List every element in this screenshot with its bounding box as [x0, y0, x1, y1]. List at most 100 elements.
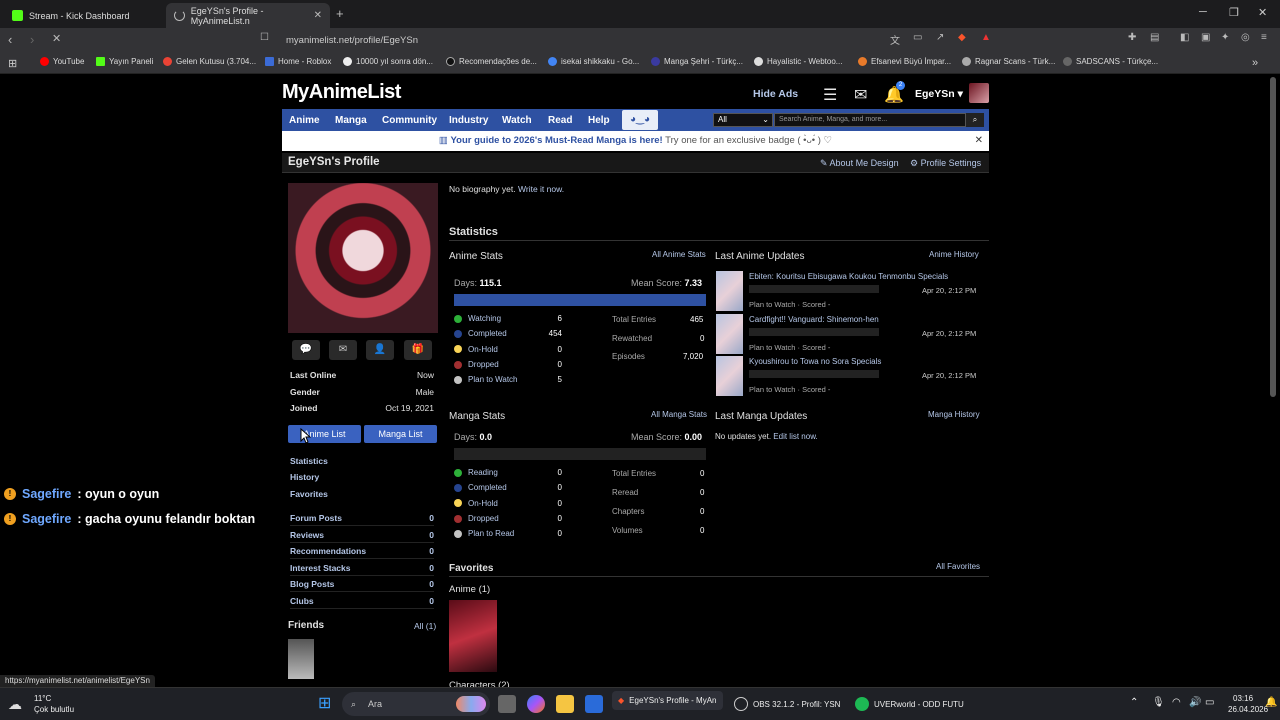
nav-industry[interactable]: Industry	[449, 115, 488, 126]
hide-ads-link[interactable]: Hide Ads	[753, 88, 798, 100]
taskbar-app-obs[interactable]: OBS 32.1.2 - Profil: YSN	[734, 697, 840, 711]
edit-list-link[interactable]: Edit list now.	[773, 432, 817, 441]
bookmark-icon[interactable]: ☐	[260, 32, 269, 43]
add-friend-icon[interactable]: 👤	[366, 340, 394, 360]
bookmark-item[interactable]: SADSCANS - Türkçe...	[1063, 57, 1158, 66]
all-favorites-link[interactable]: All Favorites	[936, 562, 980, 571]
cast-icon[interactable]: ▭	[913, 32, 922, 43]
more-bookmarks-icon[interactable]: »	[1252, 57, 1258, 69]
status-row[interactable]: Dropped	[454, 360, 499, 369]
close-window-button[interactable]: ✕	[1258, 6, 1267, 19]
leo-icon[interactable]: ✦	[1221, 32, 1229, 43]
nav-community[interactable]: Community	[382, 115, 437, 126]
brave-shield-icon[interactable]: ◆	[958, 32, 966, 43]
anime-history-link[interactable]: Anime History	[929, 250, 979, 259]
gift-icon[interactable]: 🎁	[404, 340, 432, 360]
all-manga-stats-link[interactable]: All Manga Stats	[651, 410, 707, 419]
status-label[interactable]: Reading	[468, 468, 498, 477]
anime-update-thumb[interactable]	[716, 271, 743, 311]
vpn-icon[interactable]: ◎	[1241, 32, 1250, 43]
reading-list-icon[interactable]: ▤	[1150, 32, 1159, 43]
bookmark-item[interactable]: Recomendações de...	[446, 57, 537, 66]
anime-update-title[interactable]: Kyoushirou to Towa no Sora Specials	[749, 357, 881, 366]
anime-update-title[interactable]: Ebiten: Kouritsu Ebisugawa Koukou Tenmon…	[749, 272, 948, 281]
promo-banner[interactable]: ▥ Your guide to 2026's Must-Read Manga i…	[282, 131, 989, 151]
nav-anime[interactable]: Anime	[289, 115, 320, 126]
favorite-anime-cover[interactable]	[449, 600, 497, 672]
close-tab-icon[interactable]: ✕	[314, 10, 322, 21]
weather-desc[interactable]: Çok bulutlu	[34, 705, 74, 714]
start-icon[interactable]: ⊞	[318, 695, 336, 713]
forward-button[interactable]: ›	[30, 32, 34, 47]
bookmark-item[interactable]: YouTube	[40, 57, 84, 66]
status-row[interactable]: Plan to Watch	[454, 375, 518, 384]
status-label[interactable]: Dropped	[468, 514, 499, 523]
stop-icon[interactable]: ✕	[52, 32, 61, 45]
nav-watch[interactable]: Watch	[502, 115, 532, 126]
history-link[interactable]: History	[290, 472, 319, 482]
statistics-link[interactable]: Statistics	[290, 456, 328, 466]
clock-time[interactable]: 03:16	[1233, 694, 1253, 703]
bookmark-item[interactable]: Manga Şehri - Türkç...	[651, 57, 743, 66]
status-label[interactable]: Dropped	[468, 360, 499, 369]
scrollbar[interactable]	[1270, 77, 1276, 397]
status-label[interactable]: On-Hold	[468, 345, 498, 354]
favorites-link[interactable]: Favorites	[290, 489, 328, 499]
status-label[interactable]: Completed	[468, 329, 507, 338]
status-row[interactable]: On-Hold	[454, 345, 498, 354]
new-tab-button[interactable]: +	[336, 6, 344, 21]
status-row[interactable]: Completed	[454, 483, 507, 492]
bookmark-item[interactable]: isekai shikkaku - Go...	[548, 57, 639, 66]
search-category-select[interactable]: All ⌄	[713, 113, 773, 127]
count-row[interactable]: Recommendations 0	[290, 546, 434, 559]
anime-update-thumb[interactable]	[716, 356, 743, 397]
volume-icon[interactable]: 🔊	[1189, 697, 1201, 708]
copilot-icon[interactable]	[527, 695, 545, 713]
status-label[interactable]: On-Hold	[468, 499, 498, 508]
search-icon[interactable]: ⌕	[966, 113, 984, 127]
count-row[interactable]: Reviews 0	[290, 530, 434, 543]
count-row[interactable]: Blog Posts 0	[290, 579, 434, 592]
count-row[interactable]: Interest Stacks 0	[290, 563, 434, 576]
friends-all-link[interactable]: All (1)	[414, 621, 436, 631]
profile-settings-link[interactable]: ⚙ Profile Settings	[910, 158, 981, 169]
weather-icon[interactable]: ☁	[8, 696, 26, 714]
clock-date[interactable]: 26.04.2026	[1228, 705, 1268, 714]
battery-icon[interactable]: ▭	[1205, 697, 1214, 708]
status-label[interactable]: Plan to Watch	[468, 375, 518, 384]
file-explorer-icon[interactable]	[556, 695, 574, 713]
list-icon[interactable]: ☰	[823, 85, 837, 105]
status-row[interactable]: Dropped	[454, 514, 499, 523]
status-row[interactable]: Reading	[454, 468, 498, 477]
anime-update-title[interactable]: Cardfight!! Vanguard: Shinemon-hen	[749, 315, 879, 324]
taskbar-app-spotify[interactable]: UVERworld - ODD FUTU	[855, 697, 964, 711]
menu-icon[interactable]: ≡	[1261, 32, 1267, 43]
status-row[interactable]: Watching	[454, 314, 501, 323]
tab-mal[interactable]: EgeYSn's Profile - MyAnimeList.n ✕	[166, 3, 330, 28]
count-row[interactable]: Forum Posts 0	[290, 513, 434, 526]
bookmark-item[interactable]: Yayın Paneli	[96, 57, 153, 66]
mail-icon[interactable]: ✉	[854, 85, 867, 105]
all-anime-stats-link[interactable]: All Anime Stats	[652, 250, 706, 259]
tab-kick[interactable]: Stream - Kick Dashboard	[4, 3, 164, 28]
apps-grid-icon[interactable]: ⊞	[8, 57, 17, 70]
mal-logo[interactable]: MyAnimeList	[282, 81, 401, 104]
close-banner-icon[interactable]: ✕	[975, 131, 983, 151]
rewards-icon[interactable]: ▲	[981, 32, 991, 43]
bookmark-item[interactable]: Home - Roblox	[265, 57, 331, 66]
wifi-icon[interactable]: ◠	[1172, 697, 1181, 708]
message-icon[interactable]: ✉	[329, 340, 357, 360]
bookmark-item[interactable]: Gelen Kutusu (3.704...	[163, 57, 256, 66]
status-row[interactable]: Completed	[454, 329, 507, 338]
minimize-button[interactable]: ─	[1199, 6, 1207, 18]
bookmark-item[interactable]: Ragnar Scans - Türk...	[962, 57, 1055, 66]
bookmark-item[interactable]: 10000 yıl sonra dön...	[343, 57, 433, 66]
extensions-icon[interactable]: ✚	[1128, 32, 1136, 43]
status-row[interactable]: On-Hold	[454, 499, 498, 508]
about-me-design-link[interactable]: ✎ About Me Design	[820, 158, 899, 169]
search-input[interactable]: Search Anime, Manga, and more...	[774, 113, 966, 127]
manga-list-button[interactable]: Manga List	[364, 425, 437, 443]
translate-icon[interactable]: 文	[890, 32, 900, 47]
nav-manga[interactable]: Manga	[335, 115, 367, 126]
status-row[interactable]: Plan to Read	[454, 529, 514, 538]
